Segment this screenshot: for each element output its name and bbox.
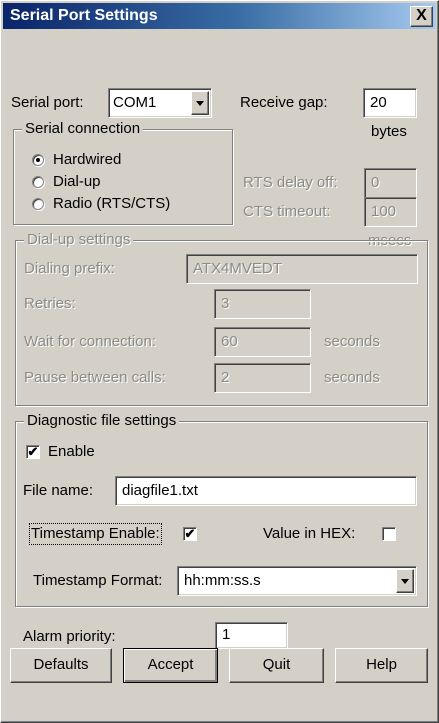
defaults-button[interactable]: Defaults [10,648,112,683]
wait-for-connection-value: 60 [221,333,238,350]
radio-dialup-label: Dial-up [53,173,101,190]
timestamp-format-dropdown-button[interactable] [396,569,414,593]
receive-gap-input[interactable]: 20 [363,88,417,118]
serial-port-label: Serial port: [11,94,84,111]
window-title: Serial Port Settings [10,7,158,24]
rts-delay-off-label: RTS delay off: [243,174,338,191]
alarm-priority-label: Alarm priority: [23,628,116,645]
serial-port-value: COM1 [113,94,157,111]
title-bar[interactable]: Serial Port Settings X [3,3,436,29]
rts-delay-off-input[interactable]: 0 [364,168,417,198]
quit-button[interactable]: Quit [229,648,324,683]
rts-delay-off-value: 0 [371,174,380,191]
file-name-input[interactable]: diagfile1.txt [115,476,417,506]
pause-between-calls-label: Pause between calls: [24,369,166,386]
retries-input[interactable]: 3 [214,289,311,319]
wait-for-connection-input[interactable]: 60 [214,327,311,357]
file-name-label: File name: [23,482,94,499]
close-icon: X [416,7,427,24]
pause-between-calls-input[interactable]: 2 [214,363,311,393]
accept-button[interactable]: Accept [123,648,218,683]
timestamp-enable-label[interactable]: Timestamp Enable: [29,523,162,545]
wait-for-connection-unit: seconds [324,333,380,350]
help-button[interactable]: Help [335,648,428,683]
alarm-priority-value: 1 [222,626,231,643]
diagnostic-file-settings-legend: Diagnostic file settings [24,412,180,430]
chevron-down-icon [401,579,409,584]
receive-gap-value: 20 [370,94,387,111]
dialing-prefix-label: Dialing prefix: [24,260,115,277]
pause-between-calls-value: 2 [221,369,230,386]
chevron-down-icon [196,101,204,106]
retries-label: Retries: [24,295,76,312]
serial-port-select[interactable]: COM1 [108,88,212,118]
radio-dialup[interactable] [32,176,44,188]
timestamp-enable-checkbox[interactable]: ✔ [183,527,197,541]
value-in-hex-label: Value in HEX: [263,525,356,542]
serial-port-dropdown-button[interactable] [191,91,209,115]
help-button-label: Help [366,656,397,673]
pause-between-calls-unit: seconds [324,369,380,386]
radio-selected-dot [36,158,40,162]
cts-timeout-label: CTS timeout: [243,203,331,220]
radio-radio-rts-cts-label: Radio (RTS/CTS) [53,195,171,212]
radio-radio-rts-cts[interactable] [32,198,44,210]
receive-gap-label: Receive gap: [240,94,328,111]
wait-for-connection-label: Wait for connection: [24,333,157,350]
dialing-prefix-value: ATX4MVEDT [193,260,282,277]
enable-label: Enable [48,443,95,460]
accept-button-label: Accept [147,656,194,673]
defaults-button-label: Defaults [33,656,89,673]
timestamp-format-select[interactable]: hh:mm:ss.s [177,566,417,596]
receive-gap-unit: bytes [371,123,407,140]
dialup-settings-legend: Dial-up settings [24,231,134,249]
alarm-priority-input[interactable]: 1 [215,622,288,649]
checkmark-icon: ✔ [27,444,39,459]
timestamp-format-label: Timestamp Format: [33,572,163,589]
value-in-hex-checkbox[interactable] [382,527,396,541]
checkmark-icon: ✔ [184,526,196,541]
enable-checkbox[interactable]: ✔ [26,445,40,459]
serial-connection-legend: Serial connection [22,120,144,138]
dialing-prefix-input[interactable]: ATX4MVEDT [186,254,418,284]
timestamp-format-value: hh:mm:ss.s [184,572,261,589]
radio-hardwired-label: Hardwired [53,151,122,168]
retries-value: 3 [221,295,230,312]
close-button[interactable]: X [410,6,433,27]
file-name-value: diagfile1.txt [122,482,198,499]
radio-hardwired[interactable] [32,154,44,166]
quit-button-label: Quit [262,656,291,673]
cts-timeout-value: 100 [371,203,397,220]
cts-timeout-input[interactable]: 100 [364,197,417,227]
